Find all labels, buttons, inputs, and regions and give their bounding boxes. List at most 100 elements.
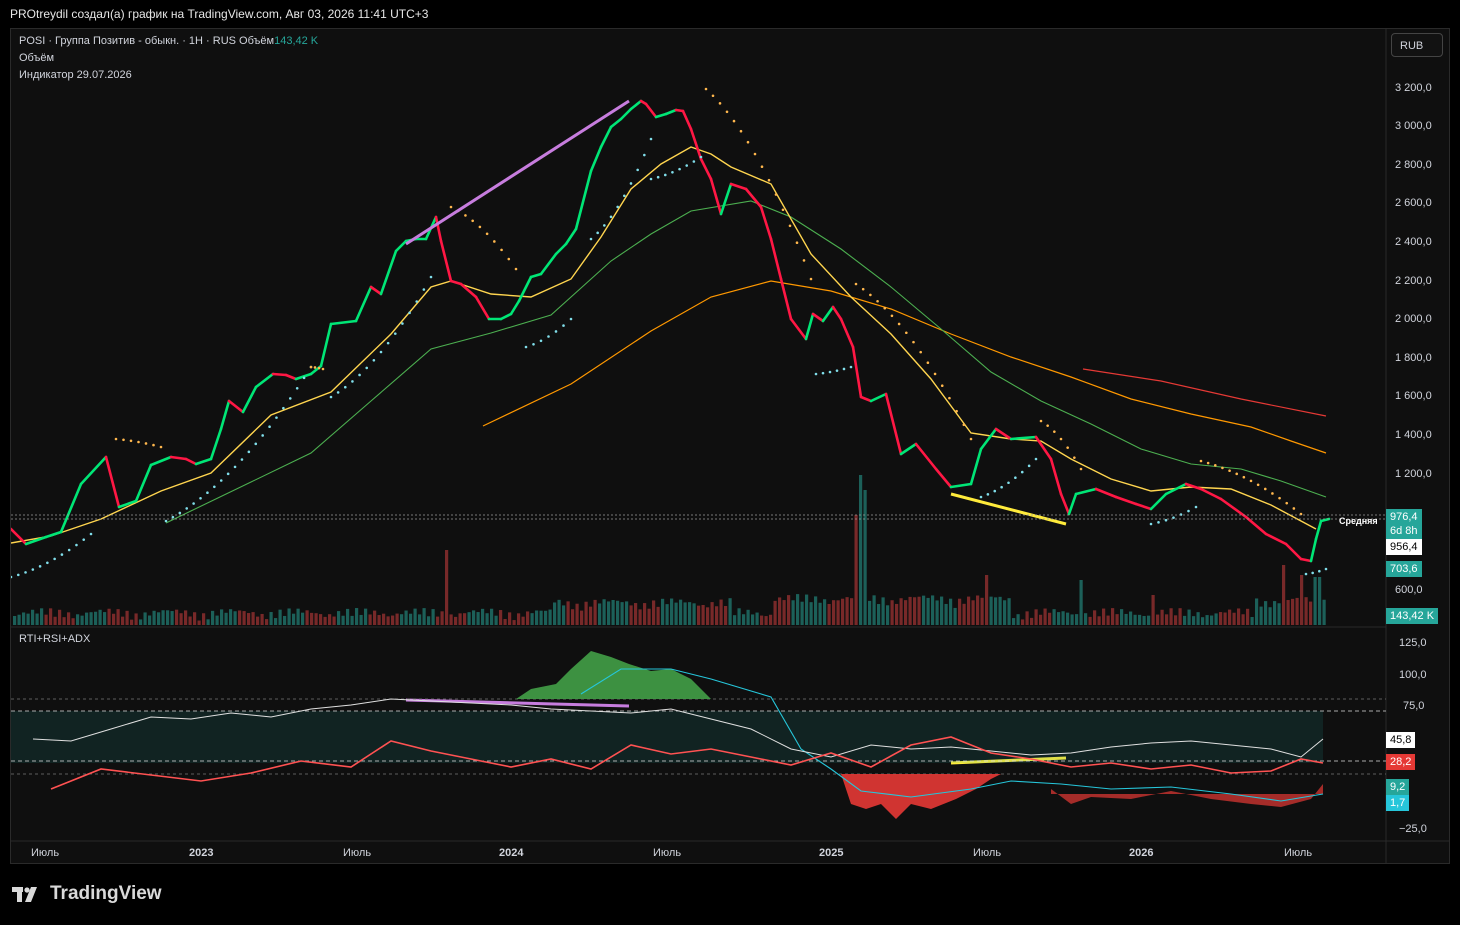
psar-dot <box>178 511 182 515</box>
price-segment <box>789 317 808 341</box>
volume-bar <box>449 614 453 625</box>
chart-frame[interactable]: 3 200,0 3 000,0 2 800,0 2 600,0 2 400,0 … <box>10 28 1450 864</box>
psar-dot <box>268 425 271 429</box>
volume-bar <box>188 616 192 625</box>
volume-bar <box>895 603 899 625</box>
volume-bar <box>1088 616 1092 625</box>
psar-dot <box>802 259 806 262</box>
psar-dot <box>386 341 390 345</box>
volume-bar <box>1318 577 1322 625</box>
volume-bar <box>1228 609 1232 625</box>
price-tick: 1 600,0 <box>1395 390 1432 402</box>
psar-dot <box>507 257 511 261</box>
volume-bar <box>949 598 953 625</box>
price-segment <box>914 442 938 471</box>
price-segment <box>859 395 873 403</box>
volume-bar <box>436 616 440 625</box>
volume-bar <box>1165 614 1169 625</box>
psar-dot <box>746 140 750 144</box>
psar-dot <box>739 129 743 133</box>
psar-dot <box>699 155 703 159</box>
volume-bar <box>868 600 872 625</box>
psar-dot <box>854 282 858 286</box>
volume-bar <box>553 602 557 625</box>
price-segment <box>934 467 953 489</box>
time-axis[interactable]: Июль 2023 Июль 2024 Июль 2025 Июль 2026 … <box>31 847 1312 859</box>
price-segment <box>804 312 815 341</box>
volume-bars <box>13 475 1326 625</box>
legend-symbol[interactable]: POSI · Группа Позитив - обыкн. · 1H · RU… <box>19 35 318 47</box>
psar-dot <box>636 168 639 172</box>
volume-bar <box>904 600 908 625</box>
psar-dot <box>1318 569 1321 573</box>
volume-bar <box>485 613 489 625</box>
volume-bar <box>116 609 120 625</box>
volume-bar <box>989 596 993 625</box>
volume-bar <box>364 608 368 625</box>
parabolic-sar <box>11 87 1328 579</box>
psar-dot <box>861 287 865 291</box>
volume-bar <box>1133 614 1137 625</box>
volume-bar <box>877 604 881 625</box>
price-segment <box>869 392 888 403</box>
legend-indicator[interactable]: Индикатор 29.07.2026 <box>19 69 132 81</box>
volume-bar <box>620 602 624 625</box>
price-segment <box>811 312 825 323</box>
volume-bar <box>836 600 840 625</box>
psar-dot <box>1228 469 1231 473</box>
price-segment <box>134 463 153 503</box>
psar-dot <box>933 372 937 376</box>
time-label: Июль <box>653 847 681 859</box>
volume-bar <box>229 609 233 625</box>
volume-bar <box>445 550 449 625</box>
volume-bar <box>1178 608 1182 625</box>
volume-bar <box>1111 608 1115 625</box>
volume-bar <box>1084 613 1088 625</box>
psar-dot <box>295 387 299 390</box>
chart-title: PROtreydil создал(а) график на TradingVi… <box>10 7 429 21</box>
price-segment <box>1149 492 1168 511</box>
volume-bar <box>1282 565 1286 625</box>
psar-dot <box>940 384 944 388</box>
volume-bar <box>787 595 791 625</box>
volume-bar <box>386 616 390 625</box>
price-segment <box>709 177 723 216</box>
volume-bar <box>773 600 777 625</box>
psar-dot <box>842 367 846 371</box>
volume-bar <box>1129 611 1133 625</box>
price-segment <box>1309 537 1318 563</box>
price-segment <box>209 427 223 461</box>
volume-bar <box>193 612 197 625</box>
volume-bar <box>940 596 944 625</box>
currency-button[interactable]: RUB <box>1391 33 1443 57</box>
psar-dot <box>663 173 667 177</box>
legend-oscillator[interactable]: RTI+RSI+ADX <box>19 633 90 645</box>
volume-bar <box>1021 619 1025 625</box>
psar-dot <box>159 445 163 449</box>
volume-bar <box>1273 601 1277 625</box>
tradingview-logo[interactable]: TradingView <box>12 883 162 905</box>
volume-bar <box>1120 609 1124 625</box>
volume-bar <box>1007 598 1011 625</box>
volume-bar <box>206 619 210 625</box>
psar-dot <box>261 434 264 437</box>
psar-dot <box>226 472 230 476</box>
psar-dot <box>1053 430 1056 433</box>
volume-bar <box>733 615 737 625</box>
time-label: 2026 <box>1129 847 1153 859</box>
price-segment <box>329 319 358 326</box>
psar-dot <box>547 335 550 338</box>
psar-dot <box>372 358 376 362</box>
osc-tick: −25,0 <box>1399 823 1427 835</box>
psar-dot <box>1249 479 1253 483</box>
psar-dot <box>1213 464 1217 467</box>
psar-dot <box>616 205 619 209</box>
psar-dot <box>46 561 49 565</box>
volume-bar <box>1106 615 1110 625</box>
volume-bar <box>274 618 278 625</box>
price-segment <box>79 455 108 486</box>
trendlines[interactable] <box>405 99 1067 765</box>
legend-volume[interactable]: Объём <box>19 52 54 64</box>
chart-canvas[interactable]: 3 200,0 3 000,0 2 800,0 2 600,0 2 400,0 … <box>11 29 1449 863</box>
psar-dot <box>329 395 333 399</box>
